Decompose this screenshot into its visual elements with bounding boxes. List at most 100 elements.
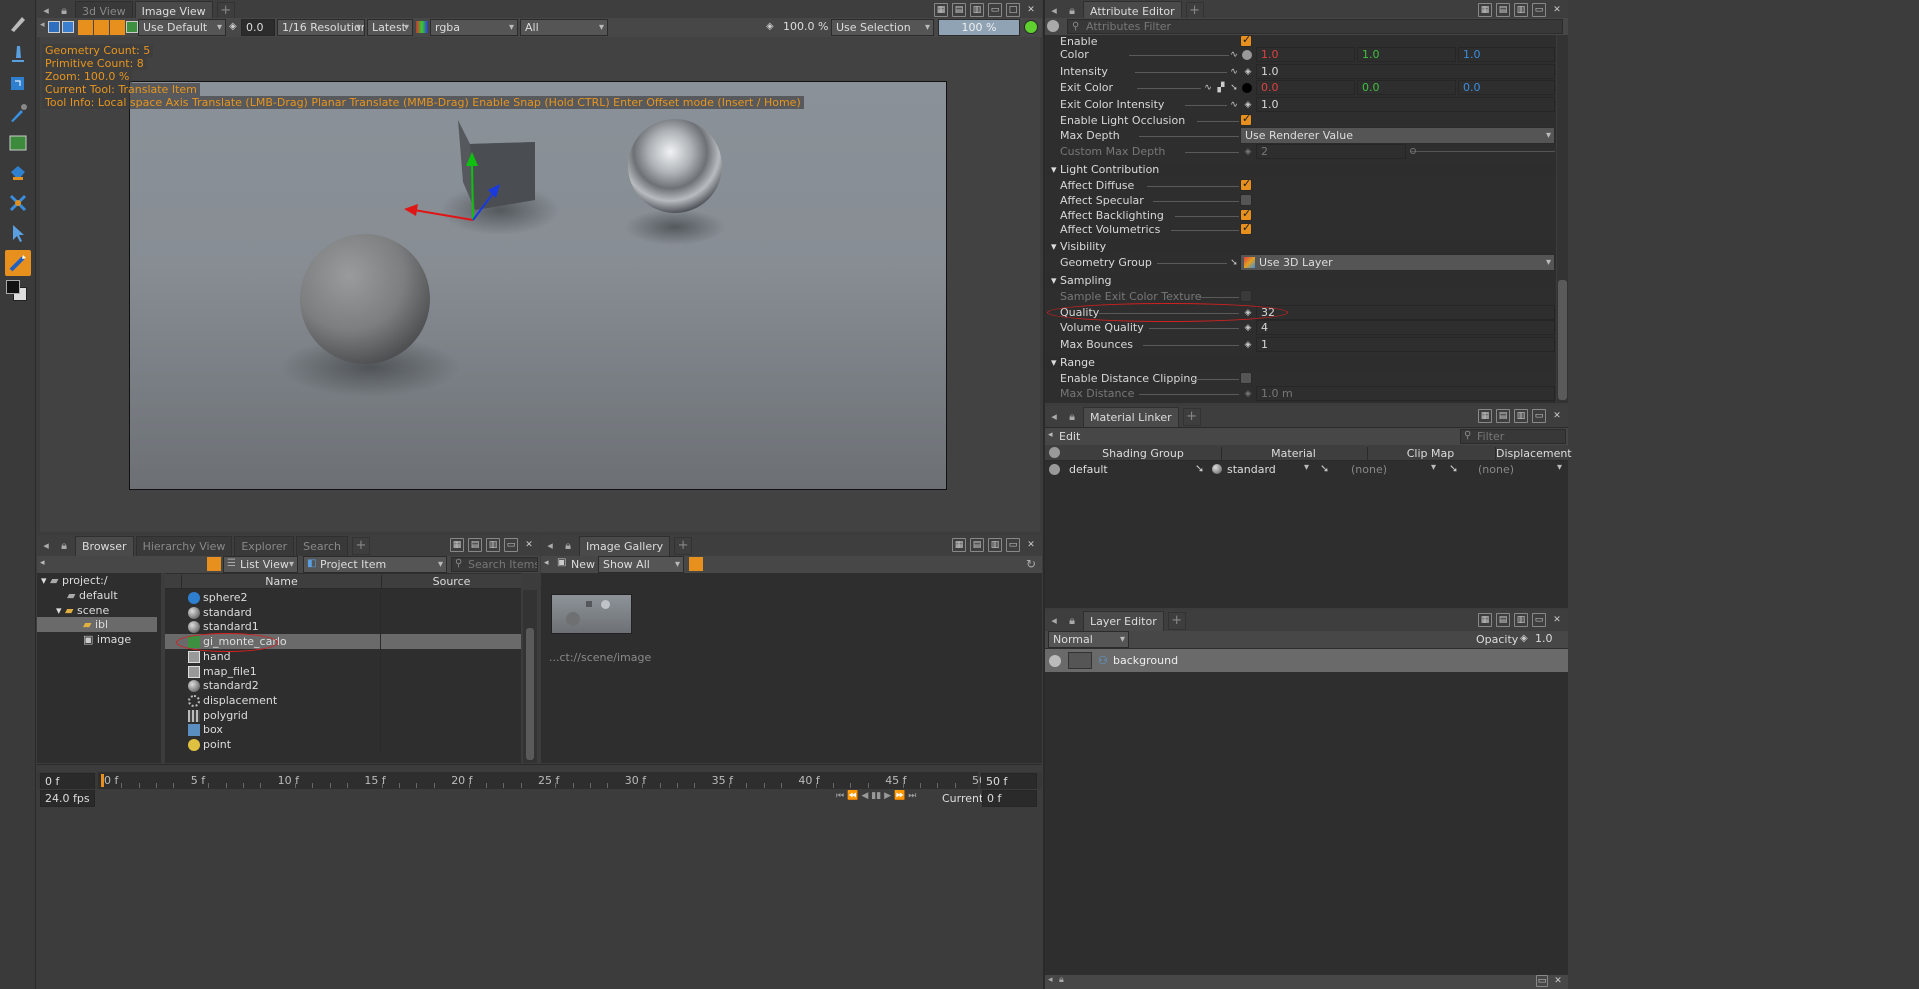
add-tab-button[interactable]: + — [351, 536, 370, 555]
close-icon[interactable]: ✕ — [522, 538, 536, 552]
add-tab-button[interactable]: + — [674, 536, 693, 555]
list-item[interactable]: polygrid — [165, 707, 521, 723]
fill-tool-icon[interactable] — [5, 160, 31, 186]
step-back-key-icon[interactable]: ⏪ — [847, 791, 858, 801]
minimize-icon[interactable]: ▭ — [504, 538, 518, 552]
attributes-filter-input[interactable]: Attributes Filter — [1067, 19, 1563, 34]
collapse-arrow-icon[interactable]: ◂ — [1045, 410, 1063, 423]
curve-icon[interactable]: ∿ — [1228, 49, 1240, 61]
tree-item-scene[interactable]: ▾ ▰ scene — [56, 604, 109, 617]
exit-color-r-field[interactable]: 0.0 — [1256, 80, 1355, 95]
color-g-field[interactable]: 1.0 — [1357, 47, 1456, 62]
gallery-thumbnail[interactable] — [551, 594, 632, 634]
column-displacement[interactable]: Displacement — [1495, 447, 1572, 460]
resolution-select[interactable]: 1/16 Resolution — [277, 19, 365, 36]
list-item[interactable]: box — [165, 722, 521, 738]
attr-scrollbar-thumb[interactable] — [1558, 280, 1567, 400]
color-swatch-icon[interactable] — [5, 279, 29, 303]
chevron-down-icon[interactable]: ▾ — [1431, 462, 1436, 473]
visibility-eye-icon[interactable] — [1049, 447, 1060, 458]
split-vertical-icon[interactable]: ▥ — [486, 538, 500, 552]
layout-icon[interactable]: ▦ — [450, 538, 464, 552]
tab-search[interactable]: Search — [296, 535, 348, 556]
lock-icon[interactable]: 🔒︎ — [55, 539, 73, 553]
chevron-down-icon[interactable]: ▾ — [1557, 462, 1562, 473]
curve-icon[interactable]: ∿ — [1202, 82, 1214, 94]
link-arrow-icon[interactable]: ➘ — [1228, 82, 1240, 94]
list-item[interactable]: point — [165, 737, 521, 752]
volume-quality-field[interactable]: 4 — [1256, 320, 1555, 335]
slider-arrows-icon[interactable]: ◈ — [1242, 322, 1254, 334]
max-depth-select[interactable]: Use Renderer Value — [1240, 127, 1555, 144]
add-tab-button[interactable]: + — [216, 1, 235, 20]
slider-arrows-icon[interactable]: ◈ — [1242, 388, 1254, 400]
tree-item-project[interactable]: ▾ ▰ project:/ — [41, 574, 108, 587]
material-filter-input[interactable]: Filter — [1460, 429, 1566, 444]
close-icon[interactable]: ✕ — [1550, 613, 1564, 627]
custom-max-depth-field[interactable]: 2 — [1256, 144, 1406, 159]
layout-icon[interactable]: ▦ — [934, 3, 948, 17]
layout-icon[interactable]: ▦ — [1478, 613, 1492, 627]
collapse-arrow-icon[interactable]: ◂ — [544, 558, 549, 568]
minimize-icon[interactable]: ▭ — [988, 3, 1002, 17]
close-icon[interactable]: ✕ — [1552, 975, 1564, 987]
slider-arrows-icon[interactable]: ◈ — [1242, 339, 1254, 351]
layout-icon[interactable]: ▦ — [1478, 409, 1492, 423]
transform-icon[interactable] — [5, 70, 31, 96]
layout-icon[interactable]: ▦ — [1478, 3, 1492, 17]
slider-arrows-icon[interactable]: ◈ — [1242, 146, 1254, 158]
exit-color-g-field[interactable]: 0.0 — [1357, 80, 1456, 95]
affect-diffuse-checkbox[interactable] — [1240, 177, 1252, 191]
playhead[interactable] — [101, 774, 104, 787]
section-sampling[interactable]: ▾ Sampling — [1047, 273, 1555, 288]
link-arrow-icon[interactable]: ➘ — [1449, 462, 1458, 475]
split-vertical-icon[interactable]: ▥ — [1514, 613, 1528, 627]
list-item[interactable]: standard — [165, 604, 521, 620]
visibility-eye-icon[interactable] — [1049, 655, 1061, 667]
channels-select[interactable]: rgba — [430, 19, 518, 36]
exit-color-intensity-field[interactable]: 1.0 — [1256, 97, 1555, 112]
column-source[interactable]: Source — [381, 575, 521, 588]
minimize-icon[interactable]: ▭ — [1536, 975, 1548, 987]
close-icon[interactable]: ✕ — [1024, 3, 1038, 17]
lock-icon[interactable]: 🔒︎ — [1059, 975, 1064, 985]
section-visibility[interactable]: ▾ Visibility — [1047, 239, 1555, 254]
opacity-field[interactable]: 1.0 — [1531, 631, 1568, 648]
slider-arrows-icon[interactable]: ◈ — [1520, 633, 1528, 644]
tab-hierarchy-view[interactable]: Hierarchy View — [135, 535, 233, 556]
lock-icon[interactable]: 🔒︎ — [1063, 614, 1081, 628]
color-b-field[interactable]: 1.0 — [1458, 47, 1555, 62]
new-snapshot-icon[interactable]: ▣ — [557, 557, 566, 568]
lock-icon[interactable]: 🔒︎ — [1063, 410, 1081, 424]
list-item[interactable]: displacement — [165, 692, 521, 708]
split-horizontal-icon[interactable]: ▤ — [1496, 409, 1510, 423]
item-filter-select[interactable]: Project Item — [303, 556, 447, 573]
minimize-icon[interactable]: ▭ — [1532, 409, 1546, 423]
add-tab-button[interactable]: + — [1182, 407, 1201, 426]
search-items-input[interactable]: Search Items — [451, 557, 538, 572]
custom-max-depth-slider[interactable] — [1411, 151, 1555, 152]
collapse-arrow-icon[interactable]: ◂ — [37, 539, 55, 552]
stop-icon[interactable]: ▮▮ — [871, 791, 881, 801]
lock-icon[interactable]: 🔒︎ — [559, 539, 577, 553]
visibility-eye-icon[interactable] — [1047, 20, 1059, 32]
move-tool-icon[interactable] — [5, 190, 31, 216]
split-horizontal-icon[interactable]: ▤ — [1496, 3, 1510, 17]
color-swatch-icon[interactable] — [1242, 50, 1252, 60]
column-clip-map[interactable]: Clip Map — [1367, 447, 1493, 460]
column-name[interactable]: Name — [181, 575, 381, 588]
exposure-slider-icon[interactable]: ◈ — [229, 21, 241, 33]
lock-icon[interactable]: 🔒︎ — [1063, 4, 1081, 18]
current-frame-field[interactable]: 0 f — [982, 790, 1037, 807]
chevron-down-icon[interactable]: ▾ — [41, 574, 50, 587]
link-arrow-icon[interactable]: ➘ — [1195, 462, 1204, 475]
timeline-start-field[interactable]: 0 f — [40, 773, 95, 790]
layout-icon[interactable]: ▦ — [952, 538, 966, 552]
exposure-field[interactable]: 0.0 — [241, 19, 275, 36]
region-icon[interactable] — [94, 20, 109, 35]
checker-icon[interactable] — [78, 20, 93, 35]
max-bounces-field[interactable]: 1 — [1256, 337, 1555, 352]
list-item[interactable]: sphere2 — [165, 590, 521, 605]
minimize-icon[interactable]: ▭ — [1532, 613, 1546, 627]
color-swatch-icon[interactable] — [1242, 83, 1252, 93]
